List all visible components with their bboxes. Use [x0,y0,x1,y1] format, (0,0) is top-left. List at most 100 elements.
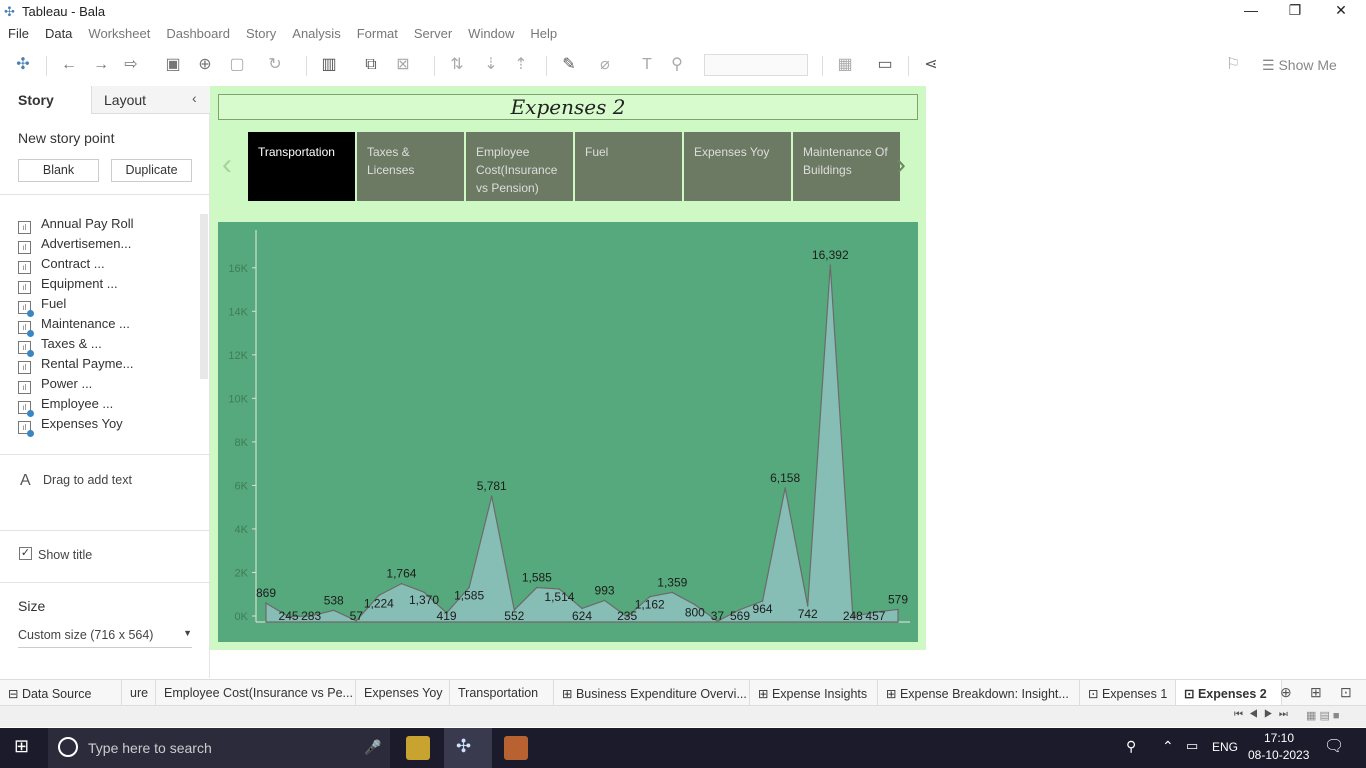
language-indicator[interactable]: ENG [1212,740,1238,754]
menu-help[interactable]: Help [522,26,565,44]
app-icon-1[interactable] [406,736,430,760]
new-dashboard-tab-icon[interactable]: ⊞ [1310,684,1322,701]
data-label: 993 [595,583,615,597]
sheet-list-item[interactable]: ıl Taxes & ... [18,336,102,357]
tooltip-icon[interactable]: ⚐ [1222,54,1244,76]
next-story-point-icon[interactable]: › [896,148,906,182]
sheet-list-item[interactable]: ıl Maintenance ... [18,316,130,337]
menu-worksheet[interactable]: Worksheet [80,26,158,44]
story-point[interactable]: Fuel [575,132,682,201]
people-icon[interactable]: ⚲ [1126,738,1136,755]
save-icon[interactable]: ▣ [162,54,184,76]
menu-server[interactable]: Server [406,26,460,44]
blank-button[interactable]: Blank [18,159,99,182]
tab-story[interactable]: Story [0,86,92,114]
sort-desc-icon[interactable]: ⇡ [510,54,532,76]
story-point[interactable]: Transportation [248,132,355,201]
sheet-list-scrollbar[interactable] [200,214,208,379]
sheet-list-item[interactable]: ıl Power ... [18,376,92,396]
sheet-list-item[interactable]: ıl Advertisemen... [18,236,131,256]
menu-dashboard[interactable]: Dashboard [158,26,238,44]
sheet-list-item[interactable]: ıl Expenses Yoy [18,416,123,437]
sheet-tab[interactable]: ⊞ Expense Insights [750,680,878,706]
sheet-list-item[interactable]: ıl Rental Payme... [18,356,134,376]
swap-icon[interactable]: ⇅ [446,54,468,76]
refresh-icon[interactable]: ↻ [264,54,286,76]
restore-icon[interactable]: ❐ [1280,2,1310,22]
highlight-icon[interactable]: ✎ [558,54,580,76]
sheet-tab[interactable]: Employee Cost(Insurance vs Pe... [156,680,356,706]
sheet-nav-icons[interactable]: ⏮◀▶⏭ [1234,709,1294,720]
notification-icon[interactable]: 🗨 [1324,736,1344,756]
show-title-checkbox[interactable]: ✓ [19,547,32,560]
sheet-list-item[interactable]: ıl Contract ... [18,256,105,276]
sheet-tab[interactable]: ure [122,680,156,706]
app-icon-3[interactable] [504,736,528,760]
data-label: 624 [572,609,592,623]
duplicate-button[interactable]: Duplicate [111,159,192,182]
group-icon[interactable]: ⌀ [594,54,616,76]
collapse-chevron-icon[interactable]: ‹ [192,90,197,106]
tableau-taskbar-app[interactable]: ✣ [444,728,492,768]
new-story-tab-icon[interactable]: ⊡ [1340,684,1352,701]
new-datasource-icon[interactable]: ⊕ [194,54,216,76]
prev-story-point-icon[interactable]: ‹ [222,148,232,182]
size-label: Size [18,598,46,614]
show-me-button[interactable]: ☰ Show Me [1262,57,1337,74]
sheet-list-item[interactable]: ıl Employee ... [18,396,113,417]
sort-asc-icon[interactable]: ⇣ [480,54,502,76]
menu-file[interactable]: File [0,26,37,44]
sheet-list-label: Annual Pay Roll [41,216,134,231]
story-title[interactable]: Expenses 2 [218,94,918,120]
menu-window[interactable]: Window [460,26,522,44]
show-cards-icon[interactable]: ▦ [834,54,856,76]
clear-sheet-icon[interactable]: ⊠ [392,54,414,76]
new-worksheet-tab-icon[interactable]: ⊕ [1280,684,1292,701]
fit-dropdown[interactable] [704,54,808,76]
sheet-tab[interactable]: ⊡ Expenses 2 [1176,680,1282,706]
labels-icon[interactable]: T [636,54,658,76]
menu-analysis[interactable]: Analysis [284,26,348,44]
windows-start-icon[interactable]: ⊞ [14,736,29,757]
menu-story[interactable]: Story [238,26,284,44]
pause-update-icon[interactable]: ▢ [226,54,248,76]
story-point[interactable]: Maintenance Of Buildings [793,132,900,201]
data-label: 569 [730,609,750,623]
tray-chevron-icon[interactable]: ⌃ [1162,738,1174,755]
new-worksheet-icon[interactable]: ▥ [318,54,340,76]
tableau-home-icon[interactable]: ✣ [12,54,34,76]
data-label: 16,392 [812,248,849,262]
worksheet-icon: ıl [18,321,34,337]
sheet-tab[interactable]: ⊞ Expense Breakdown: Insight... [878,680,1080,706]
sheet-tab[interactable]: Transportation [450,680,554,706]
story-point[interactable]: Expenses Yoy [684,132,791,201]
battery-icon[interactable]: ▭ [1186,738,1198,754]
replay-icon[interactable]: ⇨ [120,54,142,76]
story-point[interactable]: Employee Cost(Insurance vs Pension) [466,132,573,201]
view-icons[interactable]: ▦ ▤ ■ [1306,709,1340,722]
clock-time[interactable]: 17:10 [1264,731,1294,745]
worksheet-icon: ıl [18,421,34,437]
sheet-tab[interactable]: ⊞ Business Expenditure Overvi... [554,680,750,706]
redo-icon[interactable]: → [90,54,112,76]
sheet-list-item[interactable]: ıl Equipment ... [18,276,118,296]
duplicate-sheet-icon[interactable]: ⧉ [360,54,382,76]
sheet-list-item[interactable]: ıl Fuel [18,296,66,317]
sheet-tab[interactable]: ⊟ Data Source [0,680,122,706]
size-dropdown[interactable]: Custom size (716 x 564) ▼ [18,628,192,648]
minimize-icon[interactable]: — [1236,2,1266,22]
presentation-icon[interactable]: ▭ [874,54,896,76]
drag-to-add-text[interactable]: Drag to add text [43,473,132,487]
sheet-tab[interactable]: ⊡ Expenses 1 [1080,680,1176,706]
pin-icon[interactable]: ⚲ [666,54,688,76]
menu-format[interactable]: Format [349,26,406,44]
sheet-tab[interactable]: Expenses Yoy [356,680,450,706]
share-icon[interactable]: ⋖ [920,54,942,76]
close-icon[interactable]: ✕ [1326,2,1356,22]
menu-data[interactable]: Data [37,26,80,44]
taskbar-search-box[interactable]: Type here to search 🎤 [48,728,390,768]
undo-icon[interactable]: ← [58,54,80,76]
story-point[interactable]: Taxes & Licenses [357,132,464,201]
clock-date[interactable]: 08-10-2023 [1248,748,1309,762]
sheet-list-item[interactable]: ıl Annual Pay Roll [18,216,134,236]
